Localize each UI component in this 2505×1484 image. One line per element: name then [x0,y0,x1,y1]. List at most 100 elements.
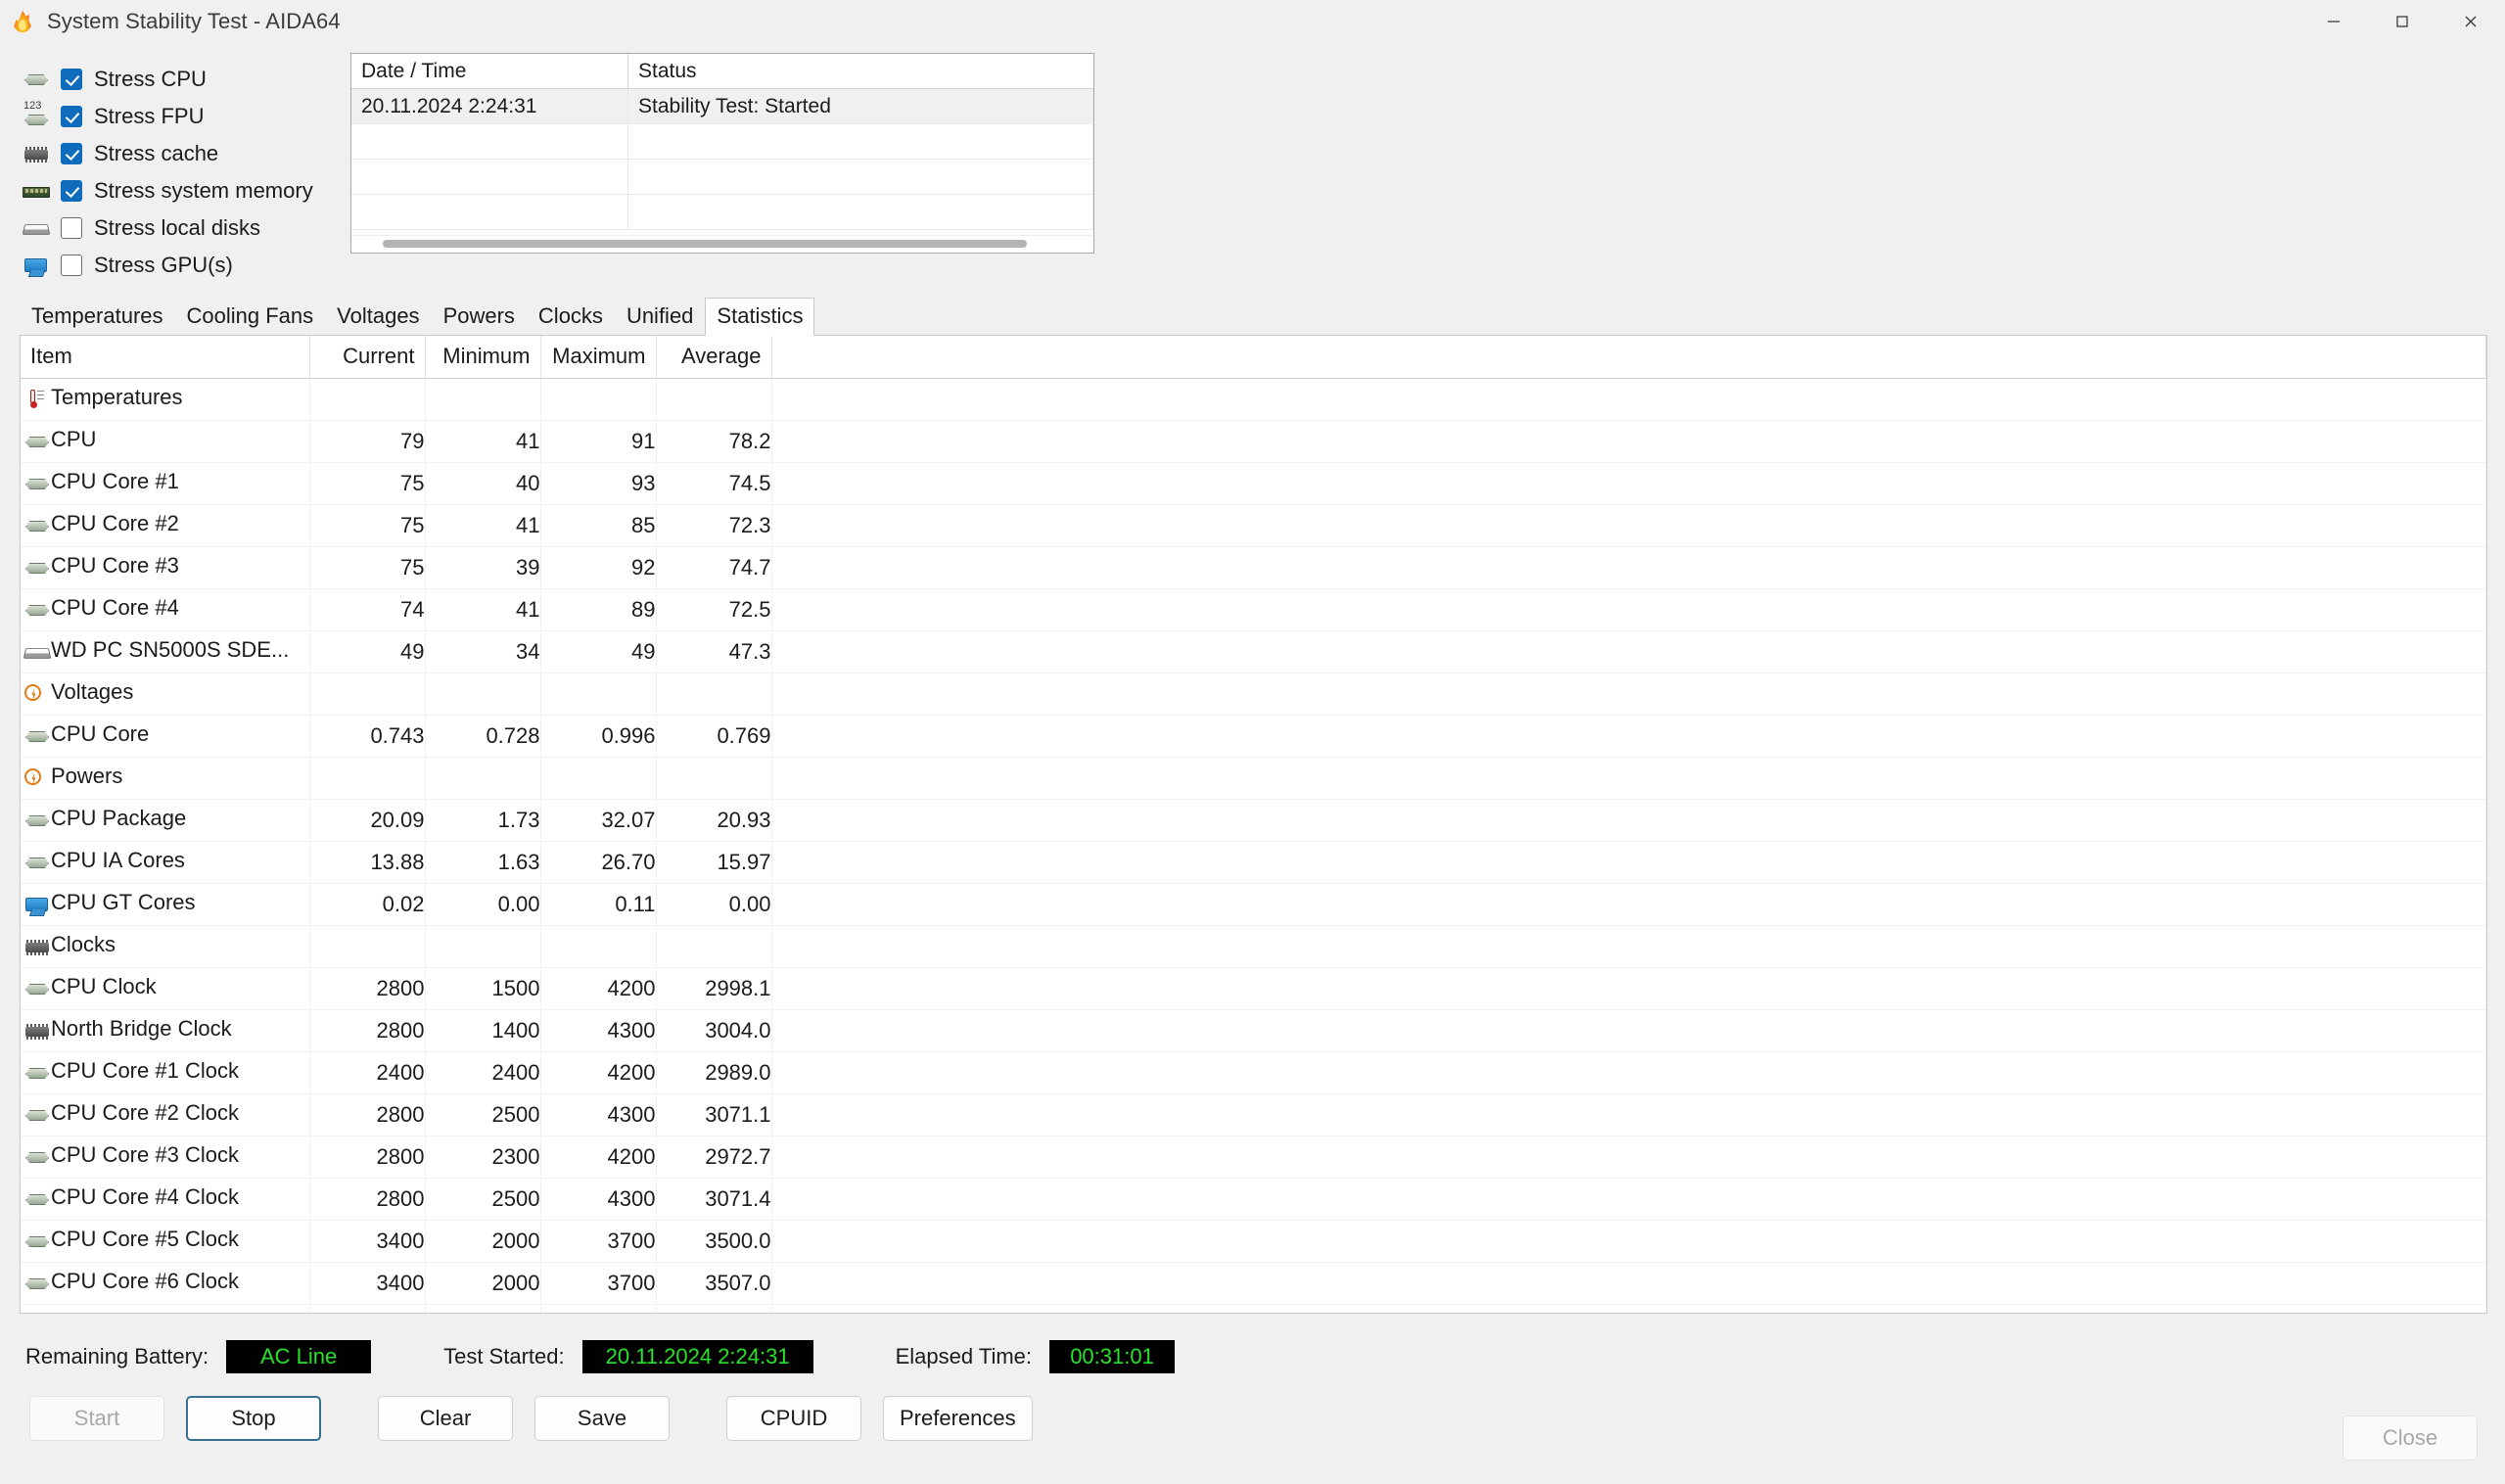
log-row[interactable]: 20.11.2024 2:24:31 Stability Test: Start… [351,89,1093,124]
stress-disks-checkbox[interactable] [61,217,82,239]
cell-filler [771,926,2486,968]
close-icon[interactable] [2436,0,2505,43]
log-col-datetime[interactable]: Date / Time [351,54,628,88]
cell-minimum: 1.63 [425,842,540,884]
table-row[interactable]: WD PC SN5000S SDE...49344947.3 [21,631,2486,673]
cell-current: 13.88 [309,842,425,884]
cell-minimum: 39 [425,547,540,589]
cell-minimum [425,673,540,716]
table-row[interactable]: CPU Core #6 Clock3400200037003507.0 [21,1263,2486,1305]
event-log-grid[interactable]: Date / Time Status 20.11.2024 2:24:31 St… [350,53,1094,254]
stress-memory-checkbox[interactable] [61,180,82,202]
cell-average: 3071.4 [656,1179,771,1221]
cell-current: 0.02 [309,884,425,926]
table-row[interactable]: CPU Core #1 Clock2400240042002989.0 [21,1052,2486,1094]
tab-statistics[interactable]: Statistics [705,298,814,335]
cell-filler [771,631,2486,673]
fpu-chip-icon [20,105,53,128]
cell-filler [771,463,2486,505]
cell-current [309,379,425,421]
table-row[interactable]: CPU Core0.7430.7280.9960.769 [21,716,2486,758]
stress-cache-checkbox[interactable] [61,143,82,164]
col-header-minimum[interactable]: Minimum [425,336,540,379]
log-row-datetime: 20.11.2024 2:24:31 [351,89,628,123]
tab-clocks[interactable]: Clocks [527,298,615,335]
item-row-label: WD PC SN5000S SDE... [21,631,309,673]
stress-option-cpu[interactable]: Stress CPU [20,61,323,98]
col-header-item[interactable]: Item [21,336,309,379]
table-row[interactable]: Clocks [21,926,2486,968]
table-row[interactable]: CPU IA Cores13.881.6326.7015.97 [21,842,2486,884]
table-row[interactable]: CPU Core #375399274.7 [21,547,2486,589]
cell-maximum: 4300 [540,1010,656,1052]
table-row[interactable]: Temperatures [21,379,2486,421]
minimize-icon[interactable] [2299,0,2368,43]
stress-gpu-checkbox[interactable] [61,255,82,276]
tab-temperatures[interactable]: Temperatures [20,298,175,335]
log-horizontal-scrollbar[interactable] [351,235,1093,253]
cell-maximum [540,673,656,716]
table-row[interactable]: CPU Core #474418972.5 [21,589,2486,631]
cell-maximum: 4300 [540,1179,656,1221]
cell-minimum: 0.00 [425,884,540,926]
stress-option-cache[interactable]: Stress cache [20,135,323,172]
stress-option-gpu[interactable]: Stress GPU(s) [20,247,323,284]
stress-option-memory[interactable]: Stress system memory [20,172,323,209]
table-row[interactable]: CPU Core #275418572.3 [21,505,2486,547]
save-button[interactable]: Save [534,1396,670,1441]
cell-current: 2800 [309,1136,425,1179]
stress-option-disks[interactable]: Stress local disks [20,209,323,247]
col-header-maximum[interactable]: Maximum [540,336,656,379]
item-label: CPU Core #4 [51,595,179,621]
table-row[interactable]: CPU Clock2800150042002998.1 [21,968,2486,1010]
log-col-status[interactable]: Status [628,54,1093,88]
table-row[interactable]: CPU Core #2 Clock2800250043003071.1 [21,1094,2486,1136]
table-row[interactable]: CPU Package20.091.7332.0720.93 [21,800,2486,842]
cell-current: 20.09 [309,800,425,842]
start-button[interactable]: Start [29,1396,164,1441]
stress-option-label: Stress FPU [94,104,204,129]
table-row[interactable]: CPU Core #7 Clock3400340037003514.4 [21,1305,2486,1315]
cell-maximum: 49 [540,631,656,673]
table-row[interactable]: Voltages [21,673,2486,716]
cell-maximum: 4300 [540,1094,656,1136]
preferences-button[interactable]: Preferences [883,1396,1033,1441]
table-row[interactable]: CPU79419178.2 [21,421,2486,463]
cpuid-button[interactable]: CPUID [726,1396,861,1441]
item-row-label: CPU Core #2 Clock [21,1094,309,1136]
table-row[interactable]: North Bridge Clock2800140043003004.0 [21,1010,2486,1052]
cell-filler [771,505,2486,547]
cell-average [656,758,771,800]
table-row[interactable]: CPU Core #3 Clock2800230042002972.7 [21,1136,2486,1179]
status-strip: Remaining Battery: AC Line Test Started:… [25,1327,2505,1386]
item-row-label: CPU Core #4 Clock [21,1179,309,1221]
col-header-current[interactable]: Current [309,336,425,379]
item-row-label: CPU Core #7 Clock [21,1305,309,1315]
clear-button[interactable]: Clear [378,1396,513,1441]
table-row[interactable]: Powers [21,758,2486,800]
cell-average: 47.3 [656,631,771,673]
table-row[interactable]: CPU Core #175409374.5 [21,463,2486,505]
tab-cooling-fans[interactable]: Cooling Fans [175,298,326,335]
tab-powers[interactable]: Powers [432,298,527,335]
item-label: CPU IA Cores [51,848,185,873]
stress-option-fpu[interactable]: Stress FPU [20,98,323,135]
item-label: North Bridge Clock [51,1016,232,1042]
item-label: Voltages [51,679,133,705]
close-button[interactable]: Close [2343,1415,2478,1461]
stop-button[interactable]: Stop [186,1396,321,1441]
cell-maximum: 4200 [540,1052,656,1094]
tab-unified[interactable]: Unified [615,298,705,335]
stress-cpu-checkbox[interactable] [61,69,82,90]
cell-maximum [540,758,656,800]
col-header-average[interactable]: Average [656,336,771,379]
table-row[interactable]: CPU Core #5 Clock3400200037003500.0 [21,1221,2486,1263]
table-row[interactable]: CPU GT Cores0.020.000.110.00 [21,884,2486,926]
table-row[interactable]: CPU Core #4 Clock2800250043003071.4 [21,1179,2486,1221]
log-scrollbar-thumb[interactable] [383,240,1027,248]
stress-option-label: Stress system memory [94,178,313,204]
item-row-label: CPU Core #2 [21,505,309,547]
stress-fpu-checkbox[interactable] [61,106,82,127]
maximize-icon[interactable] [2368,0,2436,43]
tab-voltages[interactable]: Voltages [325,298,431,335]
